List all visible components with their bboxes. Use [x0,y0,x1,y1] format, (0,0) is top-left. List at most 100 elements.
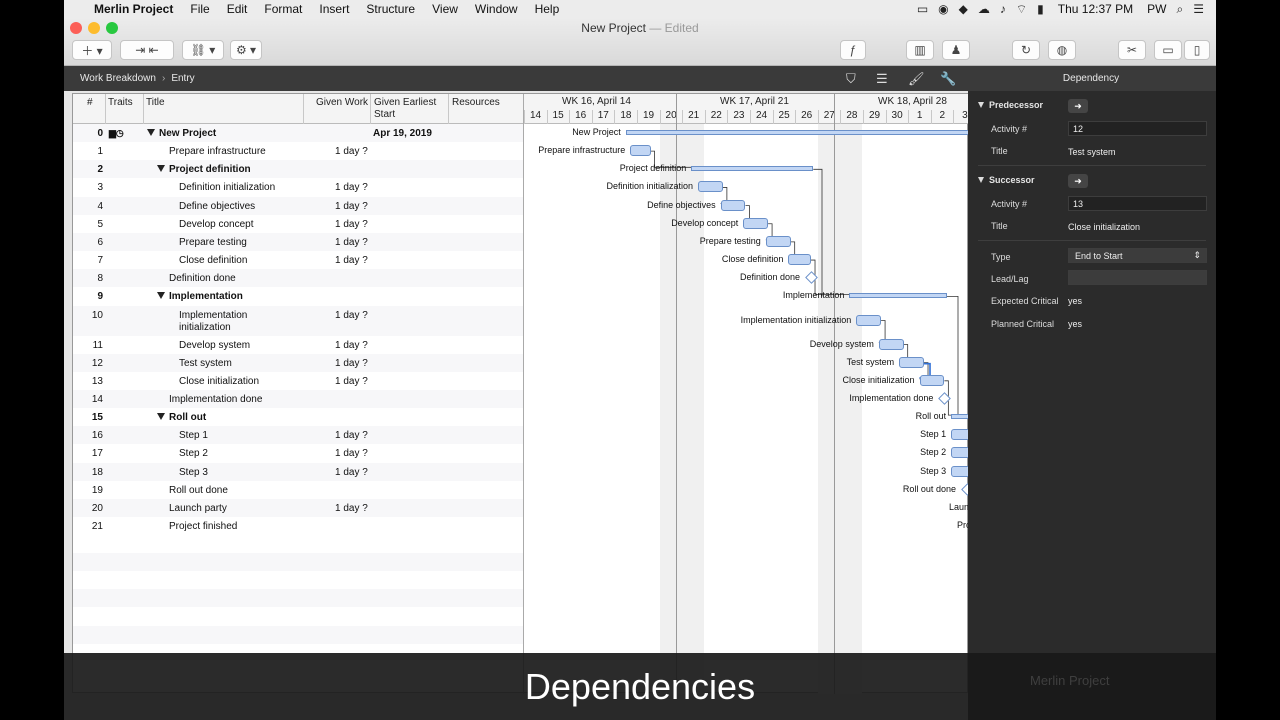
menu-app-name[interactable]: Merlin Project [94,2,173,16]
gantt-bar[interactable] [630,145,651,157]
breadcrumb-entry[interactable]: Entry [171,73,194,84]
menu-help[interactable]: Help [535,2,560,16]
filter-icon[interactable]: ⛉ [846,71,856,87]
table-row[interactable]: 19 Roll out done [73,480,523,499]
go-to-predecessor-button[interactable]: ➜ [1068,99,1088,113]
indent-outdent-button[interactable]: ⇥ ⇤ [120,40,174,60]
given-work-cell[interactable]: 1 day ? [335,358,368,369]
search-icon[interactable]: ⌕ [1177,2,1184,17]
given-work-cell[interactable]: 1 day ? [335,255,368,266]
gantt-summary-bar[interactable] [849,293,947,299]
table-row[interactable]: 13 Close initialization 1 day ? [73,371,523,390]
table-row[interactable]: 20 Launch party 1 day ? [73,498,523,517]
table-row[interactable]: 8 Definition done [73,269,523,288]
gantt-bar[interactable] [720,199,746,211]
menu-view[interactable]: View [432,2,458,16]
screens-icon[interactable]: ▭ [917,2,928,16]
given-work-cell[interactable]: 1 day ? [335,430,368,441]
breadcrumb-work-breakdown[interactable]: Work Breakdown [80,73,156,84]
table-row[interactable]: 11 Develop system 1 day ? [73,335,523,354]
bottom-panel-button[interactable]: ▭ [1154,40,1182,60]
disclosure-triangle-icon[interactable] [147,129,155,136]
table-row[interactable]: 2 Project definition [73,160,523,179]
menu-user[interactable]: PW [1147,2,1166,16]
successor-activity-field[interactable]: 13 [1068,196,1207,211]
audio-icon[interactable]: ♪ [1000,2,1006,16]
gantt-bar[interactable] [788,254,811,266]
tools-button[interactable]: ✂ [1118,40,1146,60]
side-panel-button[interactable]: ▯ [1184,40,1210,60]
table-row[interactable]: 12 Test system 1 day ? [73,353,523,372]
dependency-type-select[interactable]: End to Start ⇕ [1068,248,1207,263]
table-row[interactable]: 1 Prepare infrastructure 1 day ? [73,142,523,161]
given-work-cell[interactable]: 1 day ? [335,219,368,230]
predecessor-activity-field[interactable]: 12 [1068,121,1207,136]
battery-icon[interactable]: ▮ [1037,2,1044,16]
menu-file[interactable]: File [190,2,209,16]
gantt-bar[interactable] [951,447,969,459]
disclosure-triangle-icon[interactable] [157,165,165,173]
gantt-bar[interactable] [878,338,904,350]
formula-button[interactable]: ƒ [840,40,866,60]
table-row[interactable]: 7 Close definition 1 day ? [73,251,523,270]
go-to-successor-button[interactable]: ➜ [1068,174,1088,188]
col-resources-header[interactable]: Resources [452,97,500,109]
gantt-bar[interactable] [743,217,769,229]
library-button[interactable]: ▥ [906,40,934,60]
col-work-header[interactable]: Given Work [316,97,368,109]
link-button[interactable]: ⛓ ▾ [182,40,224,60]
table-row[interactable]: 0 ▆◷ New Project Apr 19, 2019 [73,124,523,142]
table-row[interactable]: 21 Project finished [73,517,523,535]
gantt-bar[interactable] [951,465,969,477]
settings-gear-button[interactable]: ⚙ ▾ [230,40,262,60]
given-work-cell[interactable]: 1 day ? [335,376,368,387]
cloud-icon[interactable]: ☁ [978,2,990,16]
col-title-header[interactable]: Title [146,97,165,109]
dropbox-icon[interactable]: ◆ [959,2,968,16]
lead-lag-field[interactable] [1068,270,1207,285]
disclosure-triangle-icon[interactable] [157,292,165,300]
given-work-cell[interactable]: 1 day ? [335,146,368,157]
table-row[interactable]: 3 Definition initialization 1 day ? [73,178,523,197]
menu-structure[interactable]: Structure [366,2,415,16]
gantt-bar[interactable] [765,235,791,247]
table-row[interactable]: 17 Step 2 1 day ? [73,444,523,463]
table-row[interactable]: 16 Step 1 1 day ? [73,426,523,445]
add-button[interactable]: ＋ ▾ [72,40,112,60]
table-row[interactable]: 15 Roll out [73,408,523,427]
col-start-header[interactable]: Given Earliest Start [374,97,446,121]
table-row[interactable]: 18 Step 3 1 day ? [73,462,523,481]
gantt-bar[interactable] [919,374,945,386]
table-row[interactable]: 4 Define objectives 1 day ? [73,196,523,215]
gantt-summary-bar[interactable] [951,414,969,420]
given-work-cell[interactable]: 1 day ? [335,310,368,321]
given-work-cell[interactable]: 1 day ? [335,467,368,478]
network-button[interactable]: ◍ [1048,40,1076,60]
gantt-bar[interactable] [856,314,882,326]
disclosure-triangle-icon[interactable] [157,413,165,421]
successor-section[interactable]: Successor [978,175,1035,185]
table-row[interactable]: 5 Develop concept 1 day ? [73,214,523,233]
given-work-cell[interactable]: 1 day ? [335,503,368,514]
menu-clock[interactable]: Thu 12:37 PM [1058,2,1133,16]
notification-list-icon[interactable]: ☰ [1193,2,1204,16]
resources-person-button[interactable]: ♟ [942,40,970,60]
gantt-bar[interactable] [698,181,723,193]
menu-edit[interactable]: Edit [227,2,248,16]
gantt-summary-bar[interactable] [625,130,969,135]
given-work-cell[interactable]: 1 day ? [335,201,368,212]
wifi-icon[interactable]: ⌔ [1016,2,1027,17]
refresh-button[interactable]: ↻ [1012,40,1040,60]
table-row[interactable]: 6 Prepare testing 1 day ? [73,232,523,251]
given-start-cell[interactable]: Apr 19, 2019 [373,128,432,139]
given-work-cell[interactable]: 1 day ? [335,448,368,459]
given-work-cell[interactable]: 1 day ? [335,237,368,248]
table-row[interactable]: 14 Implementation done [73,389,523,408]
given-work-cell[interactable]: 1 day ? [335,182,368,193]
menu-window[interactable]: Window [475,2,518,16]
gantt-bar[interactable] [951,429,969,441]
menu-format[interactable]: Format [264,2,302,16]
gantt-bar[interactable] [899,356,925,368]
brush-icon[interactable]: 🖌 [908,71,925,87]
menu-insert[interactable]: Insert [319,2,349,16]
